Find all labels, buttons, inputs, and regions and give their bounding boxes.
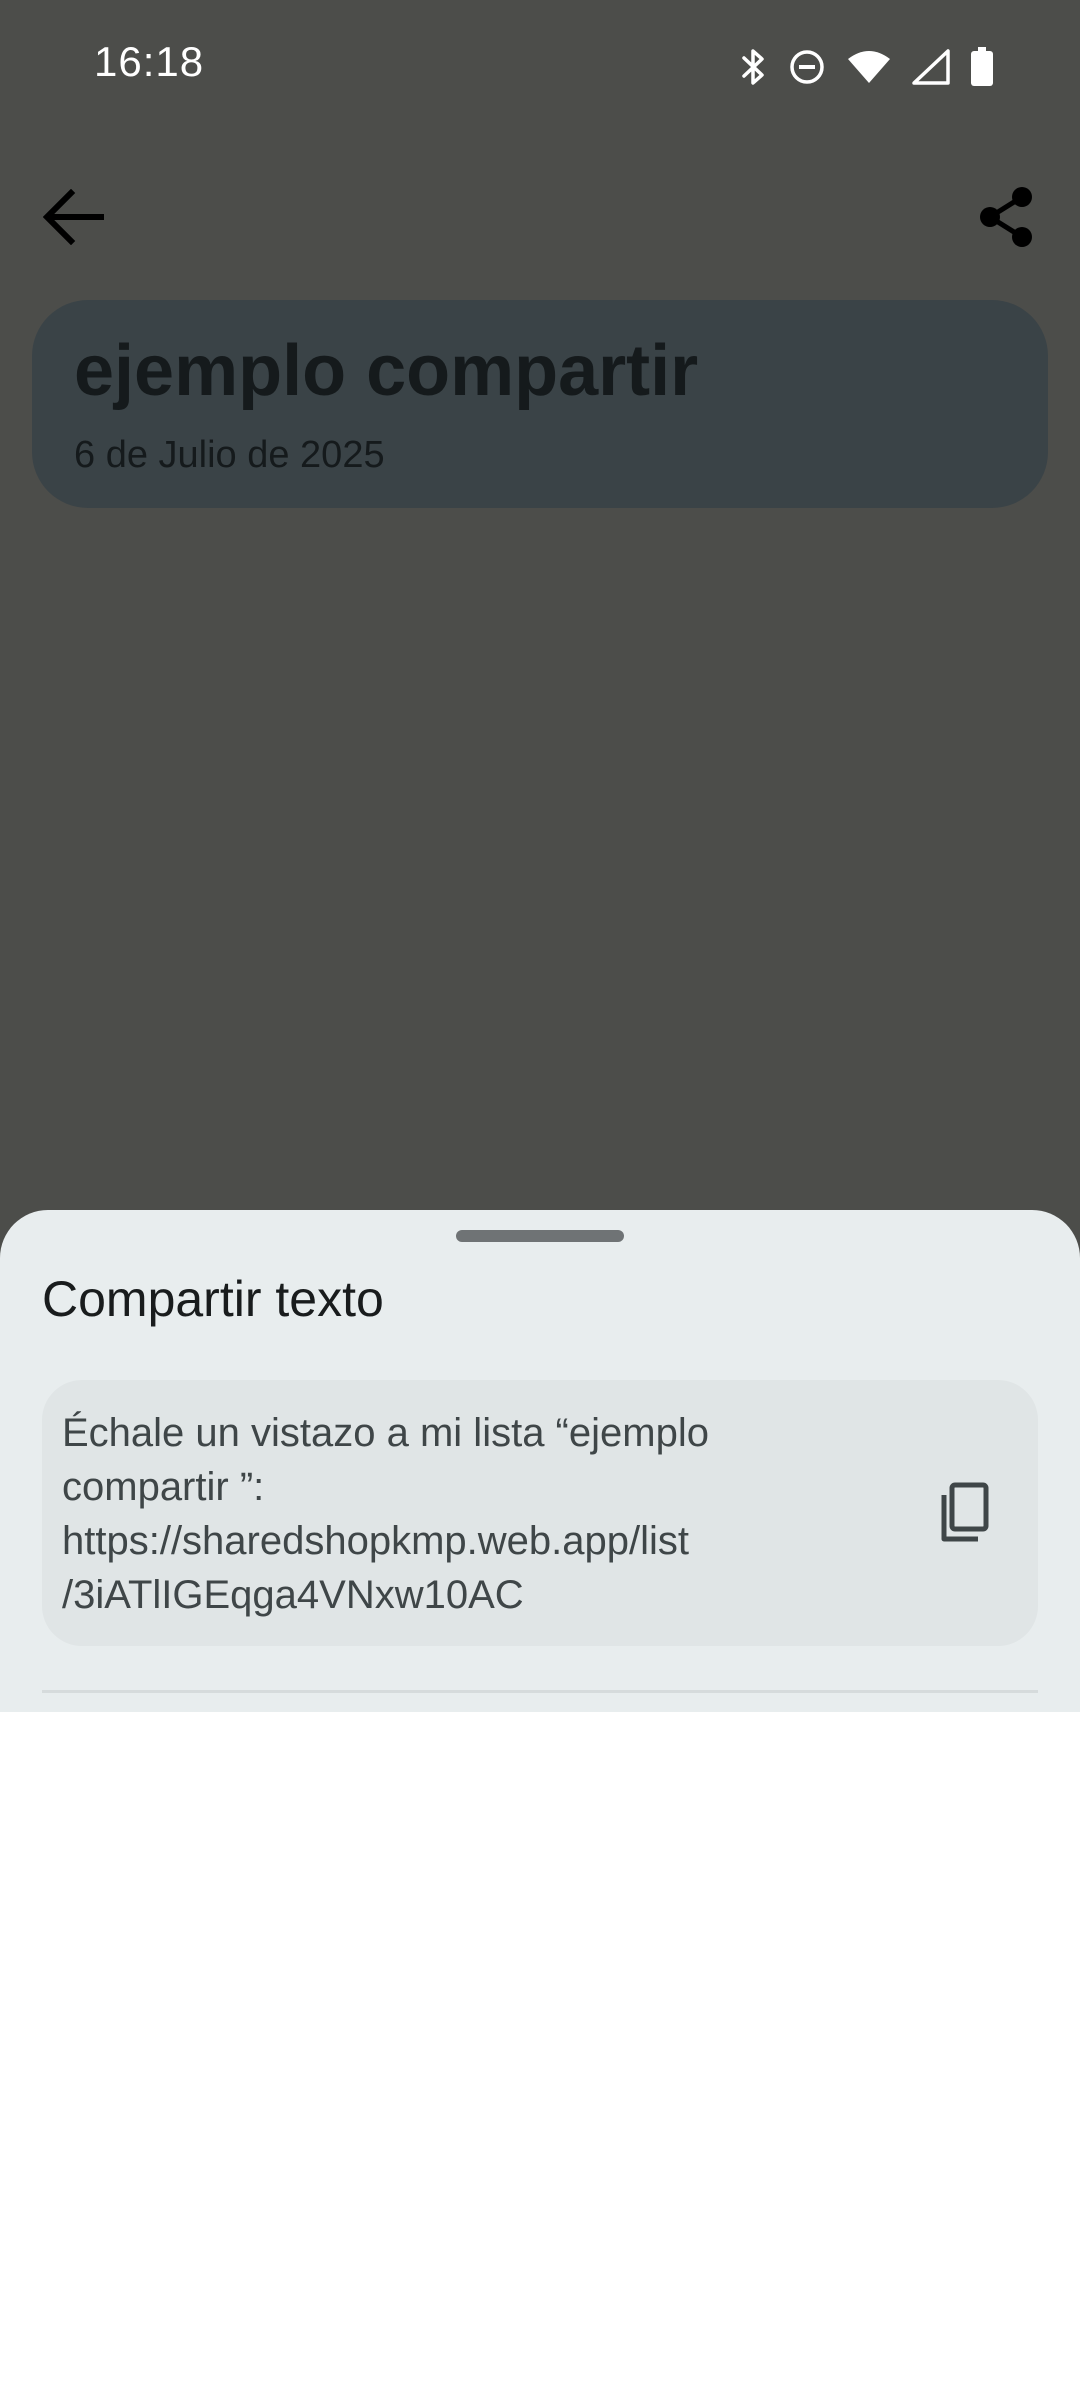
copy-button[interactable]: [922, 1472, 1002, 1552]
shared-text-line: Échale un vistazo a mi lista “ejemplo: [62, 1411, 709, 1455]
back-button[interactable]: [34, 172, 114, 262]
bluetooth-icon: [742, 49, 764, 85]
status-bar: 16:18: [0, 0, 1080, 130]
battery-icon: [971, 47, 993, 86]
share-icon: [980, 187, 1032, 247]
shared-text-line: https://sharedshopkmp.web.app/list: [62, 1519, 690, 1563]
status-time: 16:18: [94, 38, 205, 85]
shared-text: Échale un vistazo a mi lista “ejemplo co…: [62, 1406, 902, 1622]
arrow-back-icon: [43, 189, 104, 245]
do-not-disturb-icon: [790, 50, 824, 84]
copy-icon: [941, 1482, 989, 1542]
empty-sheet-area: [0, 1712, 1080, 2400]
cell-signal-icon: [912, 49, 950, 85]
share-button[interactable]: [966, 172, 1046, 262]
shared-text-line: compartir ”:: [62, 1465, 265, 1509]
shared-text-line: /3iATlIGEqga4VNxw10AC: [62, 1573, 524, 1617]
list-card[interactable]: ejemplo compartir 6 de Julio de 2025: [32, 300, 1048, 508]
shared-text-box: Échale un vistazo a mi lista “ejemplo co…: [42, 1380, 1038, 1646]
status-icons: [738, 44, 994, 90]
list-date: 6 de Julio de 2025: [74, 434, 385, 476]
drag-handle[interactable]: [456, 1230, 624, 1242]
list-title: ejemplo compartir: [74, 331, 699, 411]
app-screen: 16:18 ejemplo compartir 6 de Julio de 20…: [0, 0, 1080, 1712]
share-bottom-sheet: Compartir texto Échale un vistazo a mi l…: [0, 1210, 1080, 1712]
sheet-title: Compartir texto: [42, 1271, 384, 1327]
sheet-divider: [42, 1690, 1038, 1693]
wifi-icon: [848, 51, 890, 83]
